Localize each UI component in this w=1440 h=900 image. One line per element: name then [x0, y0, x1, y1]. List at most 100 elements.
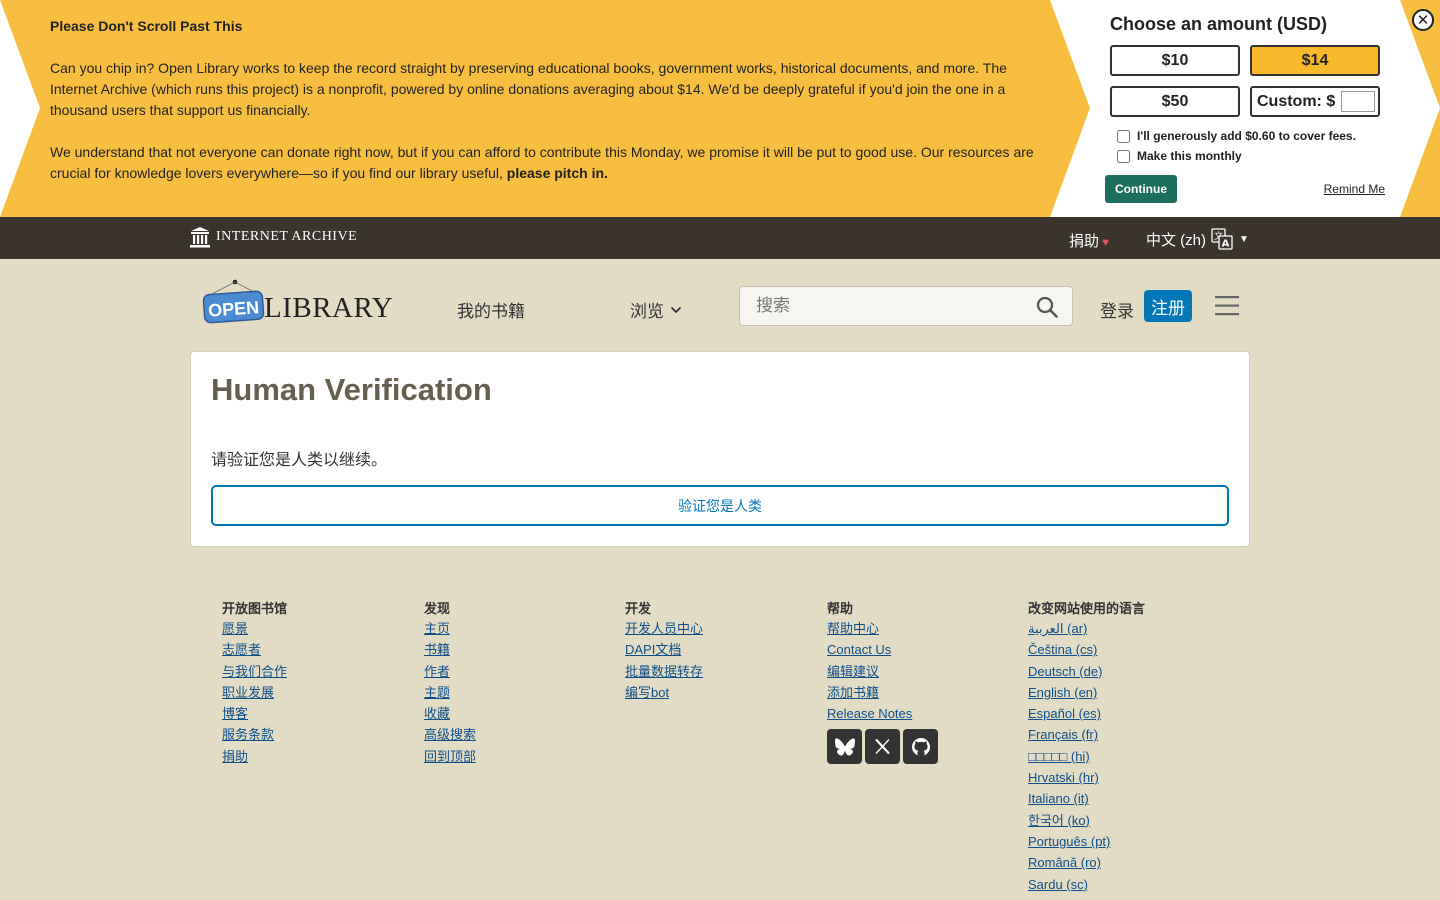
custom-amount-option[interactable]: Custom: $: [1250, 86, 1380, 117]
internet-archive-logo[interactable]: INTERNET ARCHIVE: [190, 226, 357, 248]
translate-icon: 文 A: [1211, 228, 1233, 250]
donation-amount-panel: Choose an amount (USD) $10 $14 $50 Custo…: [1105, 14, 1390, 203]
footer-link-back-to-top[interactable]: 回到顶部: [424, 747, 476, 768]
language-label: 中文 (zh): [1146, 231, 1207, 249]
footer-link-home[interactable]: 主页: [424, 619, 476, 640]
site-header: OPEN LIBRARY 我的书籍 浏览 登录 注册: [0, 259, 1440, 351]
footer-language-pt[interactable]: Português (pt): [1028, 832, 1145, 853]
x-twitter-icon: [875, 739, 890, 755]
footer-link-release-notes[interactable]: Release Notes: [827, 704, 938, 725]
footer-column-open-library: 开放图书馆 愿景 志愿者 与我们合作 职业发展 博客 服务条款 捐助: [222, 598, 287, 768]
search-input[interactable]: [740, 287, 1030, 325]
page-title: Human Verification: [211, 372, 492, 407]
search-icon[interactable]: [1036, 296, 1058, 318]
footer-language-hi[interactable]: □□□□□ (hi): [1028, 747, 1145, 768]
custom-amount-label: Custom: $: [1257, 92, 1336, 110]
archive-building-icon: [190, 227, 210, 248]
remind-me-link[interactable]: Remind Me: [1324, 182, 1385, 196]
internet-archive-bar: INTERNET ARCHIVE 捐助♥ 中文 (zh) 文 A ▼: [0, 217, 1440, 259]
bluesky-icon: [834, 738, 855, 756]
footer-language-sc[interactable]: Sardu (sc): [1028, 875, 1145, 896]
nav-browse-menu[interactable]: 浏览: [630, 297, 682, 322]
footer-link-add-book[interactable]: 添加书籍: [827, 683, 938, 704]
bluesky-link[interactable]: [827, 729, 862, 765]
footer-link-suggest-edits[interactable]: 编辑建议: [827, 662, 938, 683]
banner-pitch-in-text: please pitch in.: [506, 165, 608, 181]
language-selector[interactable]: 中文 (zh) 文 A ▼: [1146, 228, 1249, 250]
github-link[interactable]: [903, 729, 938, 765]
amount-50-button[interactable]: $50: [1110, 86, 1240, 117]
cover-fees-option[interactable]: I'll generously add $0.60 to cover fees.: [1117, 126, 1390, 146]
footer-link-partner[interactable]: 与我们合作: [222, 662, 287, 683]
cover-fees-label: I'll generously add $0.60 to cover fees.: [1137, 129, 1356, 143]
footer-link-bulk-dumps[interactable]: 批量数据转存: [625, 662, 703, 683]
ia-donate-link[interactable]: 捐助 ♥: [1069, 230, 1109, 251]
logo-library-text: LIBRARY: [264, 292, 392, 324]
footer-link-terms[interactable]: 服务条款: [222, 725, 287, 746]
banner-paragraph-1: Can you chip in? Open Library works to k…: [50, 60, 1007, 118]
footer-link-api-docs[interactable]: DAPI文档: [625, 640, 703, 661]
github-icon: [911, 737, 930, 757]
login-link[interactable]: 登录: [1100, 297, 1134, 322]
footer-heading: 发现: [424, 601, 451, 616]
footer-link-help-center[interactable]: 帮助中心: [827, 619, 938, 640]
choose-amount-title: Choose an amount (USD): [1110, 14, 1328, 34]
custom-amount-input[interactable]: [1341, 91, 1376, 112]
footer-link-developer-center[interactable]: 开发人员中心: [625, 619, 703, 640]
footer-heading: 开发: [625, 601, 652, 616]
footer-column-help: 帮助 帮助中心 Contact Us 编辑建议 添加书籍 Release Not…: [827, 598, 938, 765]
footer-column-develop: 开发 开发人员中心 DAPI文档 批量数据转存 编写bot: [625, 598, 703, 704]
footer-link-books[interactable]: 书籍: [424, 640, 476, 661]
footer-link-vision[interactable]: 愿景: [222, 619, 287, 640]
logo-open-text: OPEN: [207, 297, 259, 321]
footer-language-en[interactable]: English (en): [1028, 683, 1145, 704]
monthly-checkbox[interactable]: [1117, 149, 1130, 163]
footer-link-volunteer[interactable]: 志愿者: [222, 640, 287, 661]
donation-actions: Continue Remind Me: [1105, 175, 1390, 203]
banner-paragraph-2: We understand that not everyone can dona…: [50, 142, 1040, 184]
footer-language-cs[interactable]: Čeština (cs): [1028, 640, 1145, 661]
footer-language-ro[interactable]: Română (ro): [1028, 853, 1145, 874]
close-banner-button[interactable]: ✕: [1412, 9, 1434, 31]
continue-button[interactable]: Continue: [1105, 175, 1177, 203]
footer-language-es[interactable]: Español (es): [1028, 704, 1145, 725]
x-twitter-link[interactable]: [865, 729, 900, 765]
donation-options: I'll generously add $0.60 to cover fees.…: [1117, 126, 1390, 166]
social-links: [827, 729, 938, 765]
cover-fees-checkbox[interactable]: [1117, 129, 1130, 143]
signup-button[interactable]: 注册: [1144, 290, 1192, 322]
chevron-down-icon: ▼: [1239, 233, 1249, 245]
footer-language-it[interactable]: Italiano (it): [1028, 789, 1145, 810]
donation-banner: Please Don't Scroll Past This Can you ch…: [0, 0, 1440, 217]
footer-link-collections[interactable]: 收藏: [424, 704, 476, 725]
banner-message: Please Don't Scroll Past This Can you ch…: [50, 16, 1040, 205]
ia-donate-label: 捐助: [1069, 233, 1100, 250]
amount-options: $10 $14 $50 Custom: $: [1110, 45, 1390, 117]
monthly-option[interactable]: Make this monthly: [1117, 146, 1390, 166]
hamburger-menu-icon[interactable]: [1215, 295, 1239, 317]
amount-14-button[interactable]: $14: [1250, 45, 1380, 76]
footer-language-hr[interactable]: Hrvatski (hr): [1028, 768, 1145, 789]
footer-language-ar[interactable]: العربية (ar): [1028, 619, 1145, 640]
footer-link-authors[interactable]: 作者: [424, 662, 476, 683]
amount-10-button[interactable]: $10: [1110, 45, 1240, 76]
footer-link-write-bot[interactable]: 编写bot: [625, 683, 703, 704]
footer-link-blog[interactable]: 博客: [222, 704, 287, 725]
banner-title: Please Don't Scroll Past This: [50, 18, 243, 34]
footer-language-fr[interactable]: Français (fr): [1028, 725, 1145, 746]
verification-card: Human Verification 请验证您是人类以继续。 验证您是人类: [190, 351, 1250, 547]
footer-link-donate[interactable]: 捐助: [222, 747, 287, 768]
open-library-logo[interactable]: OPEN LIBRARY: [202, 279, 392, 327]
footer-language-de[interactable]: Deutsch (de): [1028, 662, 1145, 683]
verify-human-button[interactable]: 验证您是人类: [211, 485, 1229, 526]
footer-column-discover: 发现 主页 书籍 作者 主题 收藏 高级搜索 回到顶部: [424, 598, 476, 768]
footer-link-subjects[interactable]: 主题: [424, 683, 476, 704]
footer-link-careers[interactable]: 职业发展: [222, 683, 287, 704]
footer-link-contact-us[interactable]: Contact Us: [827, 640, 938, 661]
nav-my-books[interactable]: 我的书籍: [457, 297, 525, 322]
footer-language-ko[interactable]: 한국어 (ko): [1028, 811, 1145, 832]
footer-heading: 帮助: [827, 601, 854, 616]
internet-archive-logo-text: INTERNET ARCHIVE: [216, 229, 358, 244]
chevron-down-icon: [670, 306, 682, 313]
footer-link-advanced-search[interactable]: 高级搜索: [424, 725, 476, 746]
